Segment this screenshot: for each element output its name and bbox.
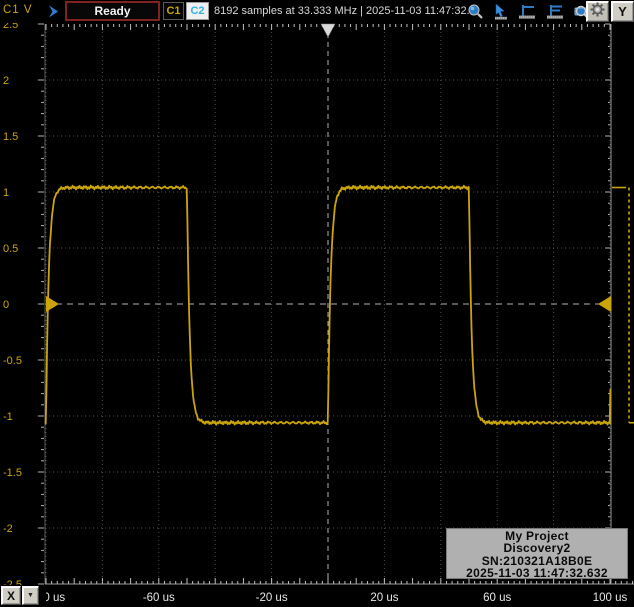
y-axis-label: 0.5: [3, 243, 18, 255]
x-axis-bar: X ▼: [0, 585, 46, 607]
y-axis-label: 0: [3, 299, 9, 311]
y-axis-label: -1: [3, 411, 13, 423]
y-axis-button[interactable]: Y: [611, 1, 634, 22]
toolbar: C1 V Ready C1 C2 8192 samples at 33.333 …: [0, 0, 634, 23]
gear-button[interactable]: [586, 1, 609, 22]
y-axis-label: 1.5: [3, 131, 18, 143]
acquisition-status-text: 8192 samples at 33.333 MHz | 2025-11-03 …: [214, 5, 470, 17]
x-cursors-icon[interactable]: [518, 3, 538, 20]
x-axis-label: 20 us: [370, 592, 398, 604]
trigger-level-marker[interactable]: [598, 296, 611, 312]
pointer-cursor-icon[interactable]: [493, 3, 513, 20]
info-line-timestamp: 2025-11-03 11:47:32.632: [447, 567, 627, 579]
trigger-position-marker[interactable]: [321, 24, 335, 37]
y-axis-channel-label: C1 V: [3, 4, 33, 16]
magnifier-plus-icon[interactable]: [467, 3, 487, 20]
x-axis-label: -60 us: [143, 592, 175, 604]
trigger-status: Ready: [65, 1, 160, 21]
y-axis-label: -0.5: [3, 355, 22, 367]
y-axis-label: -2: [3, 523, 13, 535]
x-axis-button[interactable]: X: [1, 586, 21, 605]
expand-arrow-icon[interactable]: [46, 4, 61, 19]
channel-2-button[interactable]: C2: [186, 2, 209, 20]
scope-plot[interactable]: 2.521.510.50-0.5-1-1.5-2-2.5-100 us-60 u…: [0, 0, 634, 607]
gear-icon: [590, 2, 605, 22]
y-axis-label: 2: [3, 75, 9, 87]
x-axis-dropdown-button[interactable]: ▼: [22, 586, 39, 605]
x-axis-label: 100 us: [593, 592, 628, 604]
x-axis-label: 60 us: [483, 592, 511, 604]
y-axis-label: 1: [3, 187, 9, 199]
chevron-down-icon: ▼: [27, 592, 34, 599]
channel-1-button[interactable]: C1: [163, 2, 184, 20]
info-box[interactable]: My Project Discovery2 SN:210321A18B0E 20…: [446, 528, 628, 579]
x-axis-label: -20 us: [256, 592, 288, 604]
y-cursors-icon[interactable]: [546, 3, 566, 20]
info-line-device: Discovery2: [447, 542, 627, 554]
channel-offset-marker[interactable]: [46, 296, 59, 312]
y-axis-label: -1.5: [3, 467, 22, 479]
